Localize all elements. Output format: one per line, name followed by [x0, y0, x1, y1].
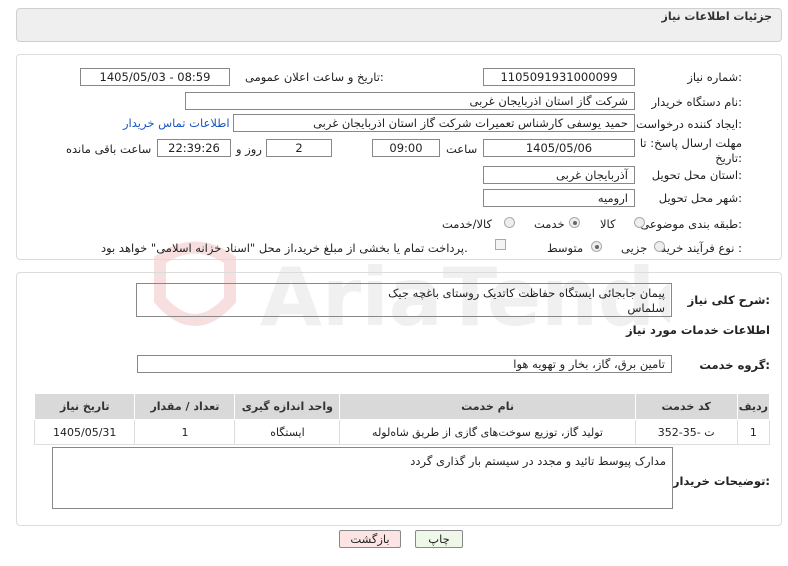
- print-button[interactable]: چاپ: [415, 530, 463, 548]
- description-label: شرح کلی نیاز:: [687, 293, 770, 307]
- services-section-title: اطلاعات خدمات مورد نیاز: [626, 323, 770, 337]
- need-number-field: 1105091931000099: [483, 68, 635, 86]
- buyer-org-label: نام دستگاه خریدار:: [651, 95, 742, 109]
- days-label: روز و: [236, 142, 262, 156]
- back-button[interactable]: بازگشت: [339, 530, 401, 548]
- category-label: طبقه بندی موضوعی:: [640, 217, 742, 231]
- announce-datetime-field: 1405/05/03 - 08:59: [80, 68, 230, 86]
- creator-label: ایجاد کننده درخواست:: [636, 117, 742, 131]
- need-number-label: شماره نیاز:: [687, 70, 742, 84]
- services-table: تاریخ نیاز تعداد / مقدار واحد اندازه گیر…: [33, 393, 771, 445]
- buyer-notes-text: مدارک پیوسط تائید و مجدد در سیستم بار گذ…: [410, 454, 666, 468]
- announce-datetime-label: تاریخ و ساعت اعلان عمومی:: [245, 70, 384, 84]
- deadline-label-line2: تاریخ:: [715, 151, 742, 165]
- buyer-notes-label: توضیحات خریدار:: [672, 474, 770, 488]
- deadline-time-field: 09:00: [372, 139, 440, 157]
- table-row: 1405/05/31 1 ایستگاه تولید گاز، توزیع سو…: [33, 419, 771, 445]
- cell-need-date: 1405/05/31: [33, 419, 136, 445]
- city-label: شهر محل تحویل:: [658, 191, 742, 205]
- process-option-minor: جزیی: [621, 241, 648, 255]
- province-field: آذربایجان غربی: [483, 166, 635, 184]
- table-header-row: تاریخ نیاز تعداد / مقدار واحد اندازه گیر…: [33, 393, 771, 420]
- remaining-time-field: 22:39:26: [157, 139, 231, 157]
- col-header-service-name: نام خدمت: [339, 393, 636, 420]
- category-radio-service[interactable]: [569, 217, 580, 228]
- col-header-row: ردیف: [736, 393, 771, 420]
- days-remaining-field: 2: [266, 139, 332, 157]
- category-radio-goods[interactable]: [634, 217, 645, 228]
- service-group-label: گروه خدمت:: [699, 358, 770, 372]
- category-option-goods-service: کالا/خدمت: [442, 217, 493, 231]
- treasury-payment-note: پرداخت تمام یا بخشی از مبلغ خرید،از محل …: [101, 241, 468, 255]
- description-line-1: پیمان جابجائی ایستگاه حفاظت کاتدیک روستا…: [388, 286, 665, 300]
- category-radio-goods-service[interactable]: [504, 217, 515, 228]
- description-textarea[interactable]: پیمان جابجائی ایستگاه حفاظت کاتدیک روستا…: [136, 283, 672, 317]
- treasury-payment-checkbox[interactable]: [495, 239, 506, 250]
- description-line-2: سلماس: [627, 301, 665, 315]
- service-group-field: تامین برق، گاز، بخار و تهویه هوا: [137, 355, 672, 373]
- deadline-date-field: 1405/05/06: [483, 139, 635, 157]
- deadline-time-label: ساعت: [446, 142, 478, 156]
- process-option-medium: متوسط: [547, 241, 584, 255]
- cell-unit: ایستگاه: [234, 419, 341, 445]
- page-title: جزئیات اطلاعات نیاز: [661, 10, 773, 23]
- process-label: نوع فرآیند خرید :: [660, 241, 742, 255]
- province-label: استان محل تحویل:: [651, 168, 742, 182]
- col-header-need-date: تاریخ نیاز: [33, 393, 136, 420]
- remaining-time-label: ساعت باقی مانده: [66, 142, 152, 156]
- col-header-service-code: کد خدمت: [634, 393, 738, 420]
- buyer-org-field: شرکت گاز استان اذربایجان غربی: [185, 92, 635, 110]
- category-option-service: خدمت: [534, 217, 565, 231]
- process-radio-medium[interactable]: [591, 241, 602, 252]
- category-option-goods: کالا: [600, 217, 616, 231]
- process-radio-minor[interactable]: [654, 241, 665, 252]
- col-header-quantity: تعداد / مقدار: [134, 393, 236, 420]
- city-field: ارومیه: [483, 189, 635, 207]
- cell-row-number: 1: [736, 419, 771, 445]
- deadline-label-line1: مهلت ارسال پاسخ: تا: [639, 136, 742, 150]
- cell-quantity: 1: [134, 419, 236, 445]
- buyer-notes-textarea[interactable]: مدارک پیوسط تائید و مجدد در سیستم بار گذ…: [52, 447, 673, 509]
- buyer-contact-link[interactable]: اطلاعات تماس خریدار: [123, 116, 230, 130]
- creator-field: حمید یوسفی کارشناس تعمیرات شرکت گاز استا…: [233, 114, 635, 132]
- col-header-unit: واحد اندازه گیری: [234, 393, 341, 420]
- cell-service-code: ت -35-352: [634, 419, 738, 445]
- cell-service-name: تولید گاز، توزیع سوخت‌های گازی از طریق ش…: [339, 419, 636, 445]
